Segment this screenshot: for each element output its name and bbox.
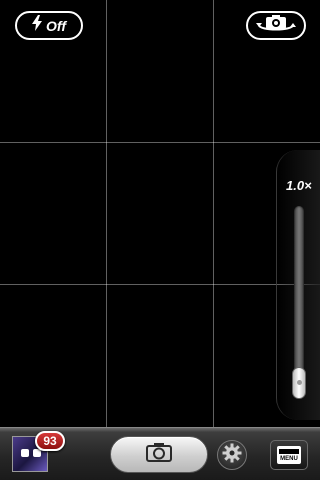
lightning-bolt-icon	[32, 15, 43, 36]
flash-mode-label: Off	[46, 17, 66, 34]
switch-camera-button[interactable]	[246, 11, 306, 40]
gear-icon	[222, 443, 242, 468]
camera-rotate-icon	[254, 12, 298, 39]
thumbnail-shape	[33, 449, 41, 457]
grid-line-vertical-1	[106, 0, 107, 427]
grid-line-horizontal-2	[0, 284, 320, 285]
grid-line-horizontal-1	[0, 142, 320, 143]
settings-button[interactable]	[217, 440, 247, 470]
zoom-slider-knob[interactable]	[292, 367, 306, 399]
photo-count-badge: 93	[35, 431, 65, 451]
camera-icon	[146, 442, 172, 467]
zoom-level-label: 1.0×	[286, 178, 312, 193]
menu-icon: MENU	[277, 446, 301, 464]
camera-toolbar: 93 MENU	[0, 427, 320, 480]
menu-label: MENU	[280, 456, 298, 462]
thumbnail-shape	[21, 449, 29, 457]
menu-button[interactable]: MENU	[270, 440, 308, 470]
camera-viewfinder[interactable]	[0, 0, 320, 427]
grid-line-vertical-2	[213, 0, 214, 427]
flash-toggle-button[interactable]: Off	[15, 11, 83, 40]
shutter-button[interactable]	[110, 436, 208, 473]
